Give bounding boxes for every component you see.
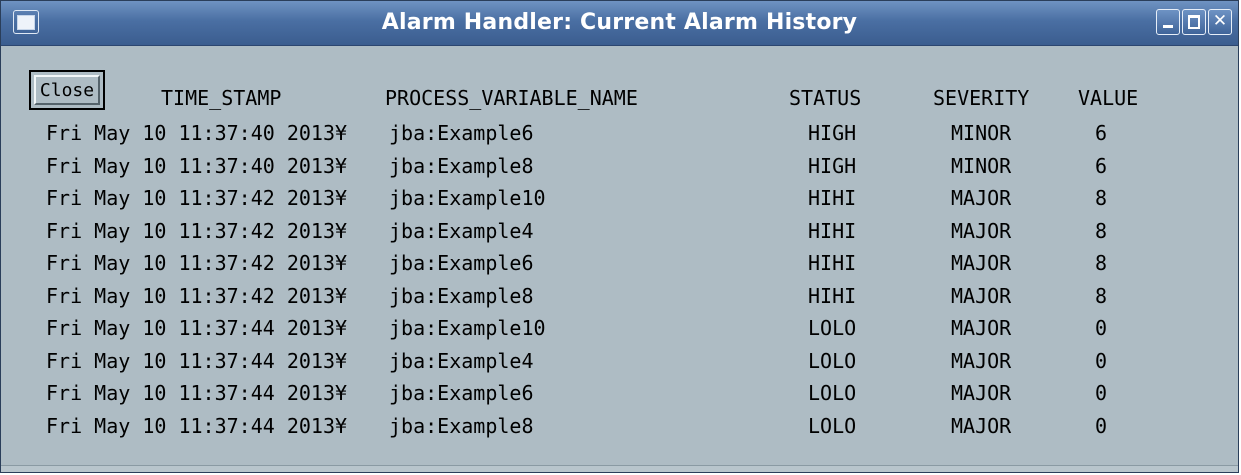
value-cell: 8 [1095,218,1108,243]
time-stamp-cell: Fri May 10 11:37:44 2013¥ [46,348,348,373]
status-cell: LOLO [808,316,857,340]
status-cell: HIHI [808,251,857,275]
pv-name-cell: jba:Example10 [389,186,546,210]
value-cell: 6 [1095,153,1108,178]
close-button-label: Close [34,75,100,105]
time-stamp-cell: Fri May 10 11:37:40 2013¥ [46,121,348,145]
status-cell: HIGH [808,153,857,178]
time-stamp-cell: Fri May 10 11:37:44 2013¥ [46,381,348,405]
value-cell: 0 [1095,348,1108,373]
severity-cell: MAJOR [951,316,1012,340]
header-time-stamp: TIME_STAMP [161,86,282,110]
pv-name-cell: jba:Example10 [389,316,546,340]
close-window-icon[interactable]: ✕ [1208,9,1232,35]
status-cell: HIHI [808,218,857,243]
value-cell: 0 [1095,316,1108,340]
status-cell: LOLO [808,381,857,405]
close-button[interactable]: Close [29,70,105,110]
time-stamp-cell: Fri May 10 11:37:42 2013¥ [46,218,348,243]
status-cell: LOLO [808,413,857,438]
time-stamp-cell: Fri May 10 11:37:42 2013¥ [46,186,348,210]
value-cell: 6 [1095,121,1108,145]
pv-name-cell: jba:Example8 [389,413,534,438]
maximize-icon[interactable] [1182,9,1206,35]
time-stamp-cell: Fri May 10 11:37:44 2013¥ [46,316,348,340]
alarm-history-window: Alarm Handler: Current Alarm History ✕ C… [0,0,1239,473]
header-process-variable-name: PROCESS_VARIABLE_NAME [385,86,638,110]
severity-cell: MAJOR [951,348,1012,373]
pv-name-cell: jba:Example6 [389,381,534,405]
severity-cell: MAJOR [951,381,1012,405]
status-cell: LOLO [808,348,857,373]
severity-cell: MINOR [951,153,1012,178]
value-cell: 8 [1095,251,1108,275]
pv-name-cell: jba:Example8 [389,153,534,178]
severity-cell: MAJOR [951,413,1012,438]
header-value: VALUE [1078,86,1139,110]
header-severity: SEVERITY [933,86,1030,110]
minimize-icon[interactable] [1156,9,1180,35]
status-cell: HIGH [808,121,857,145]
pv-name-cell: jba:Example4 [389,218,534,243]
value-cell: 0 [1095,413,1108,438]
window-title: Alarm Handler: Current Alarm History [381,10,858,35]
window-controls: ✕ [1156,9,1232,35]
severity-cell: MINOR [951,121,1012,145]
time-stamp-cell: Fri May 10 11:37:44 2013¥ [46,413,348,438]
value-cell: 0 [1095,381,1108,405]
title-bar[interactable]: Alarm Handler: Current Alarm History ✕ [1,1,1238,46]
pv-name-cell: jba:Example6 [389,251,534,275]
time-stamp-cell: Fri May 10 11:37:40 2013¥ [46,153,348,178]
pv-name-cell: jba:Example4 [389,348,534,373]
time-stamp-cell: Fri May 10 11:37:42 2013¥ [46,283,348,308]
value-cell: 8 [1095,283,1108,308]
severity-cell: MAJOR [951,251,1012,275]
bottom-edge [1,465,1238,472]
pv-name-cell: jba:Example6 [389,121,534,145]
severity-cell: MAJOR [951,186,1012,210]
status-cell: HIHI [808,283,857,308]
severity-cell: MAJOR [951,218,1012,243]
value-cell: 8 [1095,186,1108,210]
severity-cell: MAJOR [951,283,1012,308]
status-cell: HIHI [808,186,857,210]
header-status: STATUS [789,86,862,110]
pv-name-cell: jba:Example8 [389,283,534,308]
time-stamp-cell: Fri May 10 11:37:42 2013¥ [46,251,348,275]
